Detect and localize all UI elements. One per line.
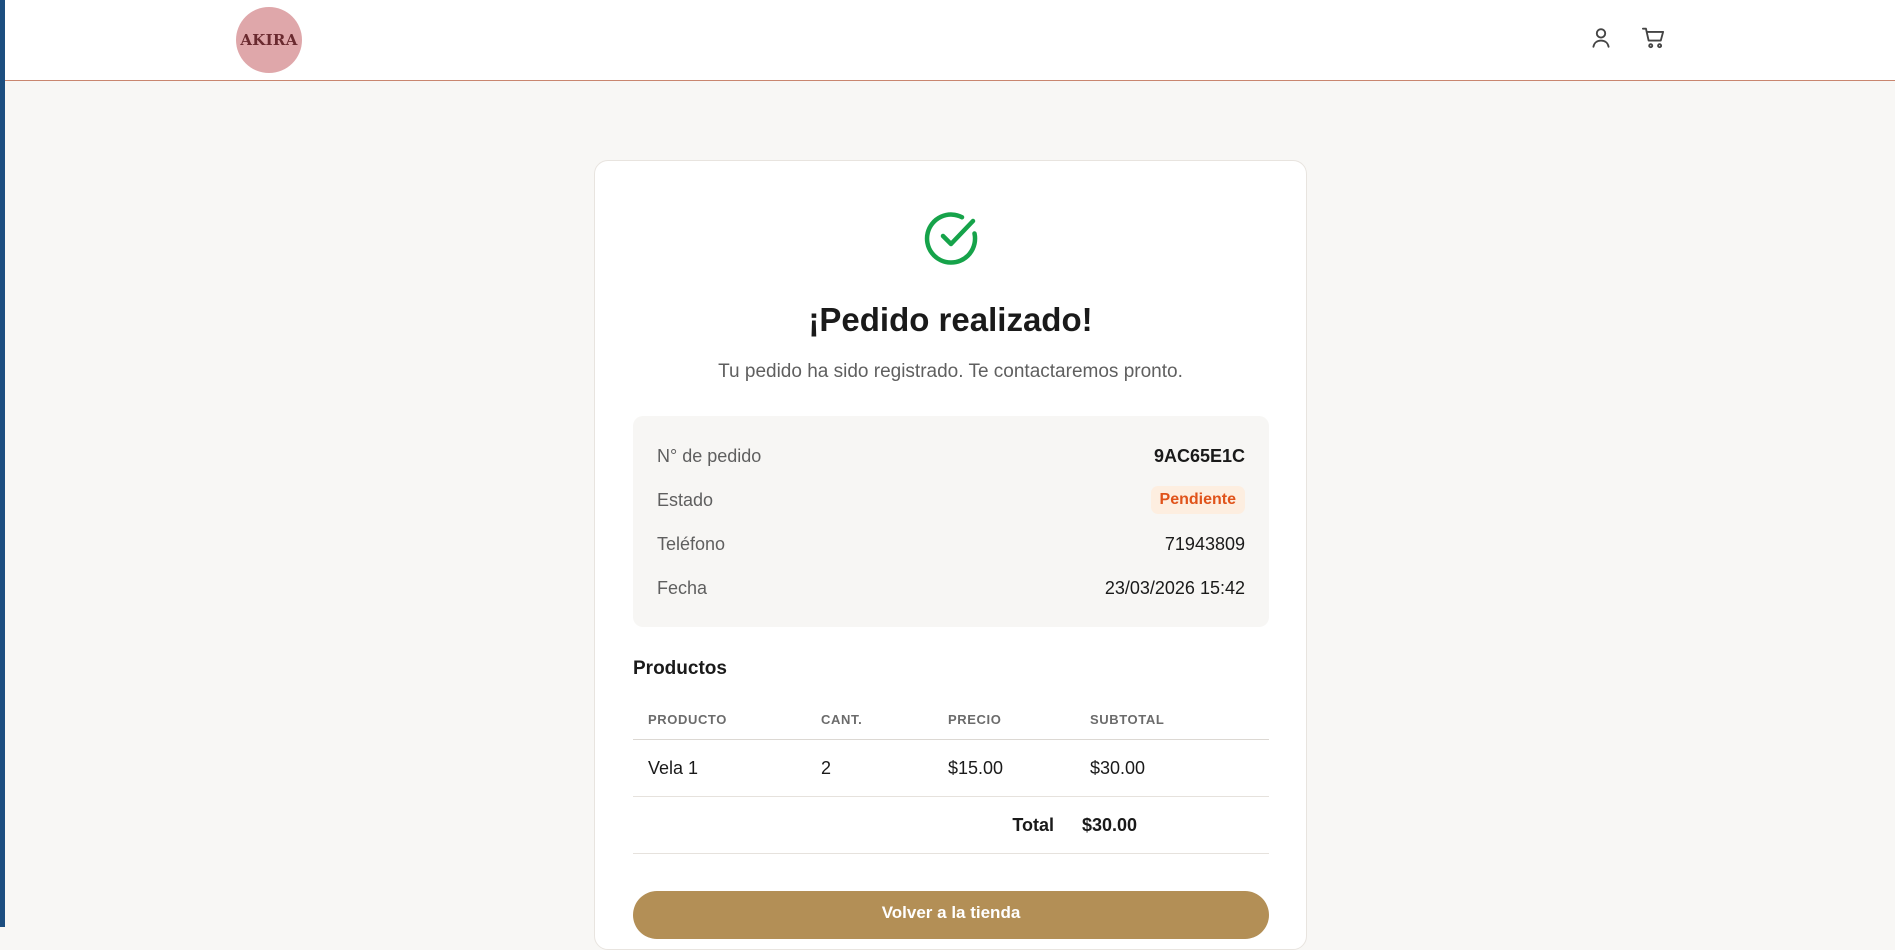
phone-value: 71943809 bbox=[1164, 533, 1245, 554]
order-number-label: N° de pedido bbox=[657, 445, 762, 466]
cell-quantity: 2 bbox=[821, 757, 832, 778]
date-label: Fecha bbox=[657, 577, 708, 598]
page-title: ¡Pedido realizado! bbox=[808, 301, 1093, 338]
site-header: AKIRA bbox=[5, 0, 1895, 81]
user-icon[interactable] bbox=[1587, 24, 1615, 52]
cart-icon[interactable] bbox=[1640, 24, 1668, 52]
window-edge bbox=[0, 0, 5, 927]
phone-label: Teléfono bbox=[657, 533, 726, 554]
column-header-price: PRECIO bbox=[948, 711, 1002, 727]
column-header-subtotal: SUBTOTAL bbox=[1090, 711, 1165, 727]
back-to-store-button[interactable]: Volver a la tienda bbox=[633, 891, 1269, 939]
table-header: PRODUCTO CANT. PRECIO SUBTOTAL bbox=[633, 699, 1269, 740]
cell-subtotal: $30.00 bbox=[1090, 757, 1146, 778]
date-value: 23/03/2026 15:42 bbox=[1104, 577, 1245, 598]
order-confirmation-card: ¡Pedido realizado! Tu pedido ha sido reg… bbox=[594, 160, 1307, 950]
date-row: Fecha 23/03/2026 15:42 bbox=[657, 566, 1245, 610]
status-label: Estado bbox=[657, 489, 714, 510]
products-table: PRODUCTO CANT. PRECIO SUBTOTAL Vela 1 2 … bbox=[633, 699, 1269, 854]
status-row: Estado Pendiente bbox=[657, 478, 1245, 522]
column-header-quantity: CANT. bbox=[821, 711, 863, 727]
table-row: Vela 1 2 $15.00 $30.00 bbox=[633, 740, 1269, 797]
total-row: Total $30.00 bbox=[633, 797, 1269, 854]
order-details: N° de pedido 9AC65E1C Estado Pendiente T… bbox=[633, 416, 1269, 627]
status-badge: Pendiente bbox=[1150, 486, 1245, 514]
column-header-product: PRODUCTO bbox=[648, 711, 727, 727]
confirmation-message: Tu pedido ha sido registrado. Te contact… bbox=[718, 361, 1183, 382]
cell-price: $15.00 bbox=[948, 757, 1004, 778]
total-value: $30.00 bbox=[1082, 814, 1138, 835]
akira-logo[interactable]: AKIRA bbox=[236, 7, 302, 73]
order-number-value: 9AC65E1C bbox=[1153, 445, 1245, 466]
check-circle-icon bbox=[924, 209, 982, 267]
total-label: Total bbox=[1012, 814, 1054, 835]
products-heading: Productos bbox=[633, 658, 727, 679]
phone-row: Teléfono 71943809 bbox=[657, 522, 1245, 566]
cell-product: Vela 1 bbox=[648, 757, 699, 778]
order-number-row: N° de pedido 9AC65E1C bbox=[657, 434, 1245, 478]
